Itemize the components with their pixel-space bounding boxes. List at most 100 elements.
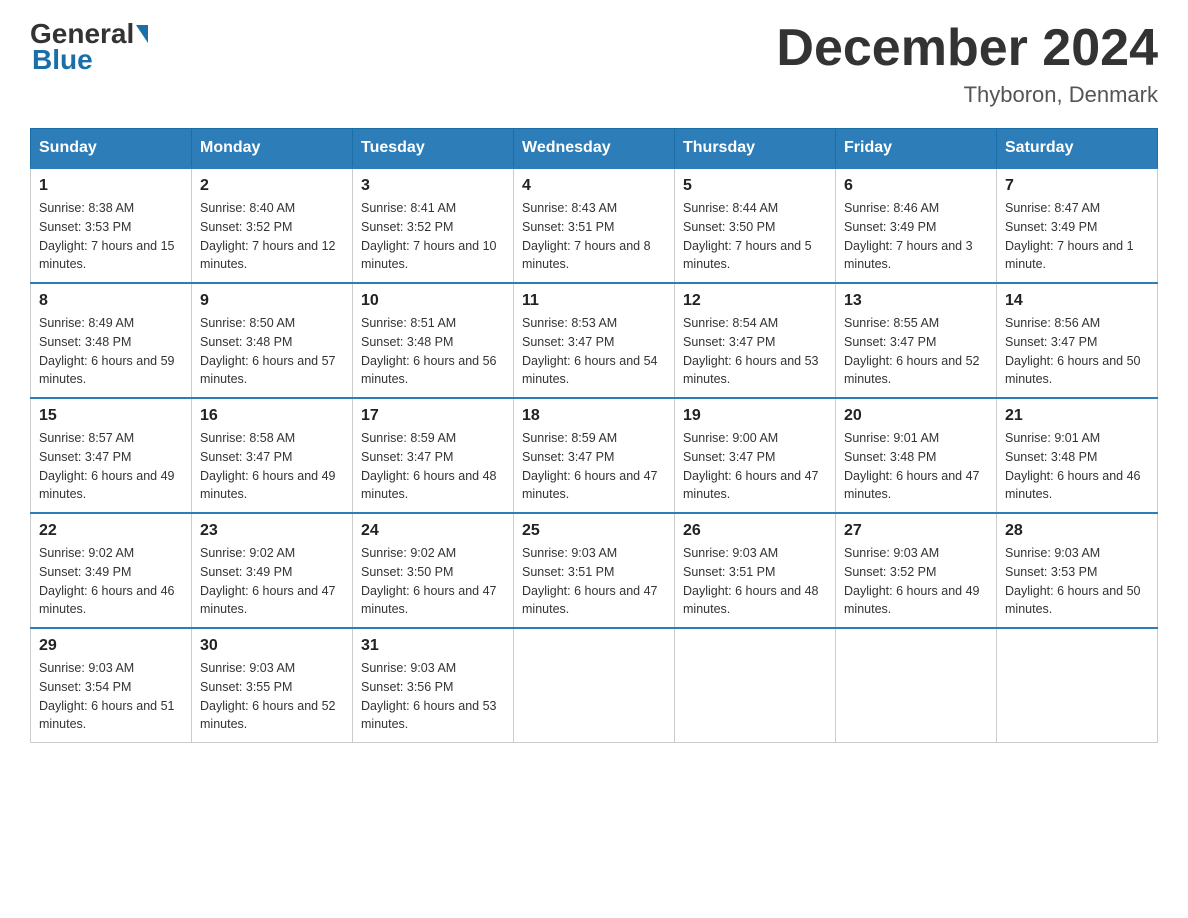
- calendar-cell: 25 Sunrise: 9:03 AM Sunset: 3:51 PM Dayl…: [514, 513, 675, 628]
- calendar-header-row: Sunday Monday Tuesday Wednesday Thursday…: [31, 129, 1158, 169]
- day-info: Sunrise: 9:03 AM Sunset: 3:51 PM Dayligh…: [522, 544, 666, 619]
- header-friday: Friday: [836, 129, 997, 169]
- calendar-cell: 12 Sunrise: 8:54 AM Sunset: 3:47 PM Dayl…: [675, 283, 836, 398]
- day-info: Sunrise: 9:03 AM Sunset: 3:51 PM Dayligh…: [683, 544, 827, 619]
- day-number: 2: [200, 177, 344, 195]
- day-info: Sunrise: 8:51 AM Sunset: 3:48 PM Dayligh…: [361, 314, 505, 389]
- calendar-cell: 1 Sunrise: 8:38 AM Sunset: 3:53 PM Dayli…: [31, 168, 192, 283]
- calendar-cell: 5 Sunrise: 8:44 AM Sunset: 3:50 PM Dayli…: [675, 168, 836, 283]
- header-thursday: Thursday: [675, 129, 836, 169]
- day-info: Sunrise: 8:44 AM Sunset: 3:50 PM Dayligh…: [683, 199, 827, 274]
- calendar-cell: 11 Sunrise: 8:53 AM Sunset: 3:47 PM Dayl…: [514, 283, 675, 398]
- logo: General Blue: [30, 20, 150, 76]
- calendar-week-1: 1 Sunrise: 8:38 AM Sunset: 3:53 PM Dayli…: [31, 168, 1158, 283]
- logo-triangle-icon: [136, 25, 148, 43]
- day-info: Sunrise: 9:01 AM Sunset: 3:48 PM Dayligh…: [844, 429, 988, 504]
- calendar-cell: 4 Sunrise: 8:43 AM Sunset: 3:51 PM Dayli…: [514, 168, 675, 283]
- day-info: Sunrise: 8:56 AM Sunset: 3:47 PM Dayligh…: [1005, 314, 1149, 389]
- calendar-week-5: 29 Sunrise: 9:03 AM Sunset: 3:54 PM Dayl…: [31, 628, 1158, 743]
- calendar-cell: 16 Sunrise: 8:58 AM Sunset: 3:47 PM Dayl…: [192, 398, 353, 513]
- header-monday: Monday: [192, 129, 353, 169]
- logo-blue-text: Blue: [32, 44, 93, 76]
- day-info: Sunrise: 9:03 AM Sunset: 3:55 PM Dayligh…: [200, 659, 344, 734]
- day-info: Sunrise: 8:58 AM Sunset: 3:47 PM Dayligh…: [200, 429, 344, 504]
- title-area: December 2024 Thyboron, Denmark: [776, 20, 1158, 108]
- calendar-cell: 13 Sunrise: 8:55 AM Sunset: 3:47 PM Dayl…: [836, 283, 997, 398]
- calendar-cell: 3 Sunrise: 8:41 AM Sunset: 3:52 PM Dayli…: [353, 168, 514, 283]
- day-number: 19: [683, 407, 827, 425]
- day-number: 4: [522, 177, 666, 195]
- calendar-cell: 30 Sunrise: 9:03 AM Sunset: 3:55 PM Dayl…: [192, 628, 353, 743]
- day-number: 21: [1005, 407, 1149, 425]
- day-info: Sunrise: 9:00 AM Sunset: 3:47 PM Dayligh…: [683, 429, 827, 504]
- calendar-cell: 26 Sunrise: 9:03 AM Sunset: 3:51 PM Dayl…: [675, 513, 836, 628]
- calendar-cell: 29 Sunrise: 9:03 AM Sunset: 3:54 PM Dayl…: [31, 628, 192, 743]
- day-number: 6: [844, 177, 988, 195]
- day-info: Sunrise: 9:03 AM Sunset: 3:54 PM Dayligh…: [39, 659, 183, 734]
- day-info: Sunrise: 8:57 AM Sunset: 3:47 PM Dayligh…: [39, 429, 183, 504]
- calendar-cell: 28 Sunrise: 9:03 AM Sunset: 3:53 PM Dayl…: [997, 513, 1158, 628]
- header-wednesday: Wednesday: [514, 129, 675, 169]
- day-number: 26: [683, 522, 827, 540]
- day-number: 20: [844, 407, 988, 425]
- calendar-cell: 31 Sunrise: 9:03 AM Sunset: 3:56 PM Dayl…: [353, 628, 514, 743]
- day-info: Sunrise: 9:03 AM Sunset: 3:53 PM Dayligh…: [1005, 544, 1149, 619]
- calendar-cell: 24 Sunrise: 9:02 AM Sunset: 3:50 PM Dayl…: [353, 513, 514, 628]
- calendar-week-3: 15 Sunrise: 8:57 AM Sunset: 3:47 PM Dayl…: [31, 398, 1158, 513]
- header-sunday: Sunday: [31, 129, 192, 169]
- day-number: 11: [522, 292, 666, 310]
- day-info: Sunrise: 8:59 AM Sunset: 3:47 PM Dayligh…: [361, 429, 505, 504]
- calendar-cell: 27 Sunrise: 9:03 AM Sunset: 3:52 PM Dayl…: [836, 513, 997, 628]
- calendar-week-2: 8 Sunrise: 8:49 AM Sunset: 3:48 PM Dayli…: [31, 283, 1158, 398]
- day-number: 8: [39, 292, 183, 310]
- day-info: Sunrise: 8:38 AM Sunset: 3:53 PM Dayligh…: [39, 199, 183, 274]
- day-number: 18: [522, 407, 666, 425]
- day-info: Sunrise: 9:02 AM Sunset: 3:49 PM Dayligh…: [200, 544, 344, 619]
- day-info: Sunrise: 8:53 AM Sunset: 3:47 PM Dayligh…: [522, 314, 666, 389]
- calendar-cell: [836, 628, 997, 743]
- day-number: 17: [361, 407, 505, 425]
- calendar-cell: [514, 628, 675, 743]
- day-info: Sunrise: 8:49 AM Sunset: 3:48 PM Dayligh…: [39, 314, 183, 389]
- day-info: Sunrise: 8:40 AM Sunset: 3:52 PM Dayligh…: [200, 199, 344, 274]
- header-tuesday: Tuesday: [353, 129, 514, 169]
- calendar-table: Sunday Monday Tuesday Wednesday Thursday…: [30, 128, 1158, 743]
- calendar-cell: 23 Sunrise: 9:02 AM Sunset: 3:49 PM Dayl…: [192, 513, 353, 628]
- day-number: 16: [200, 407, 344, 425]
- day-number: 24: [361, 522, 505, 540]
- header: General Blue December 2024 Thyboron, Den…: [30, 20, 1158, 108]
- header-saturday: Saturday: [997, 129, 1158, 169]
- calendar-week-4: 22 Sunrise: 9:02 AM Sunset: 3:49 PM Dayl…: [31, 513, 1158, 628]
- calendar-subtitle: Thyboron, Denmark: [776, 82, 1158, 108]
- calendar-cell: 20 Sunrise: 9:01 AM Sunset: 3:48 PM Dayl…: [836, 398, 997, 513]
- calendar-cell: 17 Sunrise: 8:59 AM Sunset: 3:47 PM Dayl…: [353, 398, 514, 513]
- day-info: Sunrise: 9:03 AM Sunset: 3:56 PM Dayligh…: [361, 659, 505, 734]
- calendar-cell: 15 Sunrise: 8:57 AM Sunset: 3:47 PM Dayl…: [31, 398, 192, 513]
- day-number: 30: [200, 637, 344, 655]
- calendar-cell: 14 Sunrise: 8:56 AM Sunset: 3:47 PM Dayl…: [997, 283, 1158, 398]
- calendar-cell: [997, 628, 1158, 743]
- day-info: Sunrise: 9:02 AM Sunset: 3:49 PM Dayligh…: [39, 544, 183, 619]
- day-info: Sunrise: 9:03 AM Sunset: 3:52 PM Dayligh…: [844, 544, 988, 619]
- day-number: 25: [522, 522, 666, 540]
- day-number: 31: [361, 637, 505, 655]
- day-number: 5: [683, 177, 827, 195]
- day-info: Sunrise: 8:50 AM Sunset: 3:48 PM Dayligh…: [200, 314, 344, 389]
- day-number: 14: [1005, 292, 1149, 310]
- day-number: 12: [683, 292, 827, 310]
- day-info: Sunrise: 8:55 AM Sunset: 3:47 PM Dayligh…: [844, 314, 988, 389]
- day-info: Sunrise: 8:41 AM Sunset: 3:52 PM Dayligh…: [361, 199, 505, 274]
- day-number: 27: [844, 522, 988, 540]
- calendar-cell: 22 Sunrise: 9:02 AM Sunset: 3:49 PM Dayl…: [31, 513, 192, 628]
- day-number: 23: [200, 522, 344, 540]
- day-number: 29: [39, 637, 183, 655]
- calendar-cell: 8 Sunrise: 8:49 AM Sunset: 3:48 PM Dayli…: [31, 283, 192, 398]
- day-number: 10: [361, 292, 505, 310]
- calendar-cell: 19 Sunrise: 9:00 AM Sunset: 3:47 PM Dayl…: [675, 398, 836, 513]
- calendar-cell: 2 Sunrise: 8:40 AM Sunset: 3:52 PM Dayli…: [192, 168, 353, 283]
- day-number: 7: [1005, 177, 1149, 195]
- calendar-cell: 10 Sunrise: 8:51 AM Sunset: 3:48 PM Dayl…: [353, 283, 514, 398]
- day-info: Sunrise: 9:01 AM Sunset: 3:48 PM Dayligh…: [1005, 429, 1149, 504]
- day-number: 3: [361, 177, 505, 195]
- calendar-cell: 6 Sunrise: 8:46 AM Sunset: 3:49 PM Dayli…: [836, 168, 997, 283]
